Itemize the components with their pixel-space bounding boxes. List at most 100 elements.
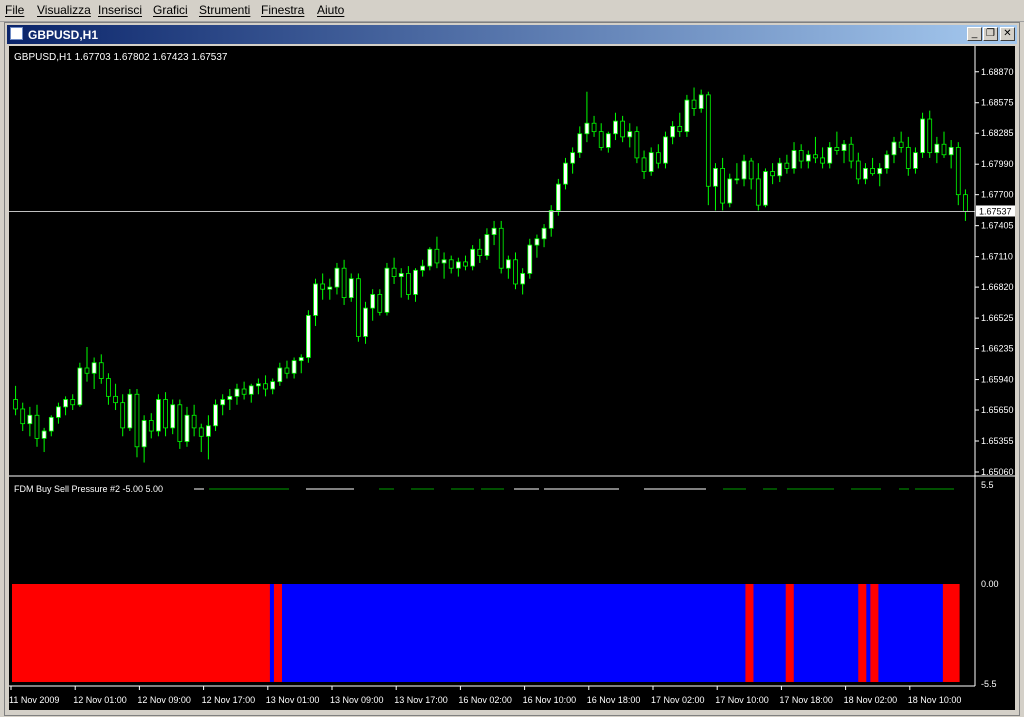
- pressure-bar: [886, 584, 892, 682]
- pressure-bar: [942, 584, 948, 682]
- pressure-bar: [612, 584, 618, 682]
- candle-body: [520, 273, 526, 285]
- candle-body: [170, 404, 176, 429]
- candle-body: [877, 168, 883, 175]
- menu-visualizza[interactable]: Visualizza: [37, 3, 91, 17]
- price-chart[interactable]: 1.68870 1.68575 1.68285 1.67990 1.67700 1.674…: [9, 46, 1015, 710]
- pressure-bar: [229, 584, 235, 682]
- candle-body: [763, 171, 768, 206]
- pressure-bar: [793, 584, 799, 682]
- pressure-bar: [797, 584, 803, 682]
- candle-body: [627, 131, 633, 138]
- pressure-bar: [128, 584, 134, 682]
- candle-body: [798, 150, 804, 162]
- pressure-bar: [801, 584, 807, 682]
- restore-button[interactable]: ❐: [983, 27, 998, 41]
- pressure-bar: [76, 584, 82, 682]
- candle-body: [584, 122, 590, 135]
- pressure-bar: [846, 584, 851, 682]
- pressure-bar: [40, 584, 45, 682]
- pressure-bar: [306, 584, 311, 682]
- pressure-bar: [954, 584, 960, 682]
- pressure-bar: [898, 584, 904, 682]
- candle-body: [127, 393, 133, 429]
- current-price-label: 1.67537: [979, 206, 1012, 216]
- pressure-bar: [616, 584, 622, 682]
- pressure-bar: [310, 584, 315, 682]
- candle-body: [63, 399, 68, 408]
- pressure-bar: [547, 584, 553, 682]
- pressure-bar: [120, 584, 126, 682]
- pressure-bar: [144, 584, 150, 682]
- pressure-bar: [648, 584, 654, 682]
- indicator-scale-label: 5.5: [981, 480, 994, 490]
- minimize-button[interactable]: _: [967, 27, 982, 41]
- candle: [763, 168, 768, 208]
- pressure-bar: [934, 584, 940, 682]
- pressure-bar: [950, 584, 956, 682]
- candle: [920, 112, 925, 158]
- menu-aiuto[interactable]: Aiuto: [317, 3, 344, 17]
- pressure-bar: [342, 584, 348, 682]
- pressure-bar: [511, 584, 517, 682]
- menu-strumenti[interactable]: Strumenti: [199, 3, 250, 17]
- time-label: 11 Nov 2009: [9, 695, 59, 705]
- menu-file[interactable]: File: [5, 3, 24, 17]
- pressure-bar: [701, 584, 706, 682]
- pressure-bar: [209, 584, 215, 682]
- candle-body: [220, 399, 226, 406]
- pressure-bar: [161, 584, 166, 682]
- pressure-bar: [253, 584, 259, 682]
- pressure-bar: [185, 584, 190, 682]
- pressure-bar: [519, 584, 525, 682]
- pressure-bar: [596, 584, 601, 682]
- menu-inserisci[interactable]: Inserisci: [98, 3, 142, 17]
- candle-body: [648, 152, 654, 172]
- close-button[interactable]: ✕: [1000, 27, 1015, 41]
- pressure-bar: [805, 584, 811, 682]
- pressure-bar: [330, 584, 335, 682]
- pressure-bar: [713, 584, 718, 682]
- candle-body: [848, 143, 854, 162]
- candle-body: [241, 388, 247, 395]
- pressure-bar: [346, 584, 352, 682]
- pressure-bar: [592, 584, 597, 682]
- pressure-bar: [298, 584, 303, 682]
- pressure-bar: [725, 584, 730, 682]
- candle: [77, 362, 83, 407]
- time-label: 17 Nov 10:00: [715, 695, 769, 705]
- pressure-bar: [870, 584, 875, 682]
- candle-body: [691, 99, 697, 109]
- candle-body: [677, 125, 683, 133]
- menu-grafici[interactable]: Grafici: [153, 3, 188, 17]
- candle-body: [398, 273, 404, 278]
- candle-body: [491, 227, 497, 235]
- candle-body: [905, 146, 911, 169]
- time-label: 13 Nov 17:00: [394, 695, 448, 705]
- pressure-bar: [604, 584, 610, 682]
- pressure-bar: [463, 584, 468, 682]
- pressure-bar: [914, 584, 920, 682]
- pressure-bar: [386, 584, 392, 682]
- window-titlebar[interactable]: GBPUSD,H1 _ ❐ ✕: [7, 25, 1017, 44]
- pressure-bar: [737, 584, 742, 682]
- pressure-bar: [684, 584, 690, 682]
- candle-body: [348, 278, 354, 299]
- pressure-bar: [902, 584, 908, 682]
- candle-body: [141, 420, 147, 448]
- pressure-bar: [471, 584, 477, 682]
- pressure-bar: [838, 584, 843, 682]
- candle-body: [663, 136, 668, 164]
- pressure-bar: [20, 584, 25, 682]
- candle: [727, 173, 733, 208]
- candle-body: [263, 383, 268, 390]
- candle-body: [755, 178, 761, 206]
- candle: [684, 94, 690, 137]
- menu-finestra[interactable]: Finestra: [261, 3, 304, 17]
- price-label: 1.68575: [981, 98, 1014, 108]
- pressure-bar: [245, 584, 251, 682]
- pressure-bar: [753, 584, 759, 682]
- price-label: 1.66525: [981, 313, 1014, 323]
- pressure-bar: [467, 584, 472, 682]
- candle-body: [134, 393, 140, 448]
